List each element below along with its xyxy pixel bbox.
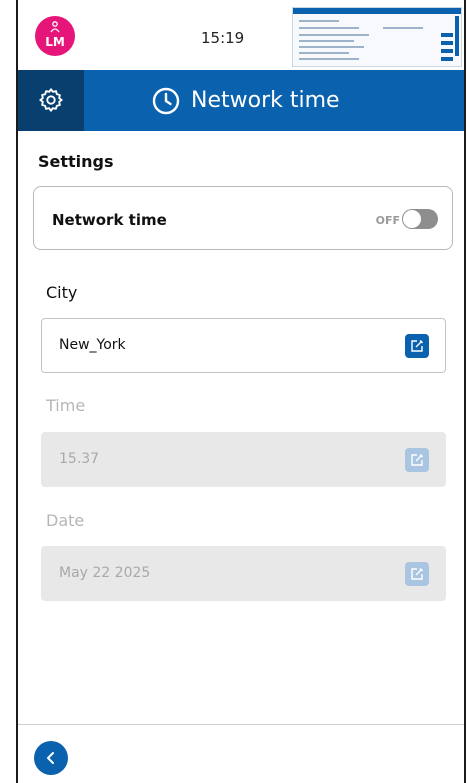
date-value: May 22 2025 — [59, 565, 151, 581]
settings-button[interactable] — [18, 70, 84, 131]
footer-divider — [18, 724, 464, 725]
toggle-knob — [403, 210, 421, 228]
city-label: City — [46, 283, 78, 302]
edit-icon — [411, 454, 423, 466]
date-label: Date — [46, 511, 85, 530]
edit-icon — [411, 568, 423, 580]
status-bar: LM 15:19 — [18, 0, 464, 70]
time-label: Time — [46, 396, 86, 415]
network-time-card: Network time OFF — [33, 186, 453, 250]
avatar[interactable]: LM — [35, 16, 75, 56]
city-value: New_York — [59, 337, 126, 353]
time-field: 15.37 — [41, 432, 446, 487]
back-button[interactable] — [34, 741, 68, 775]
person-icon — [50, 21, 60, 33]
edit-icon — [411, 340, 423, 352]
time-value: 15.37 — [59, 451, 100, 467]
chevron-left-icon — [47, 752, 54, 764]
screen-preview-thumbnail[interactable] — [292, 7, 462, 67]
gear-icon — [39, 88, 63, 112]
city-field[interactable]: New_York — [41, 318, 446, 373]
clock-icon — [152, 87, 180, 115]
avatar-initials: LM — [45, 35, 65, 49]
network-time-toggle[interactable] — [402, 209, 438, 229]
status-time: 15:19 — [201, 29, 245, 47]
date-edit-button — [405, 562, 429, 586]
section-title: Settings — [38, 152, 114, 171]
city-edit-button[interactable] — [405, 334, 429, 358]
device-frame: LM 15:19 Network time Settings Network t… — [16, 0, 466, 783]
app-header: Network time — [18, 70, 464, 131]
time-edit-button — [405, 448, 429, 472]
date-field: May 22 2025 — [41, 546, 446, 601]
toggle-state-text: OFF — [375, 214, 400, 227]
network-time-label: Network time — [52, 211, 167, 229]
page-title: Network time — [191, 88, 340, 113]
